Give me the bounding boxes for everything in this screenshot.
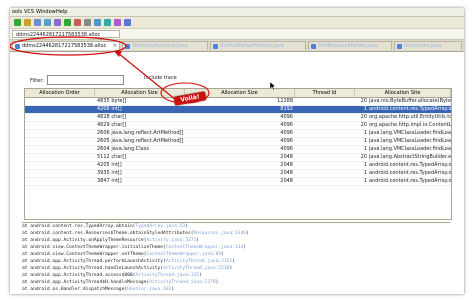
highlight-ellipse [10, 36, 127, 56]
mouse-cursor-icon [269, 81, 277, 92]
annotation-arrow-line [117, 52, 177, 101]
annotation-overlay [10, 36, 210, 104]
app-window: ools VCS Window Help ddms224462817217583… [10, 8, 464, 294]
